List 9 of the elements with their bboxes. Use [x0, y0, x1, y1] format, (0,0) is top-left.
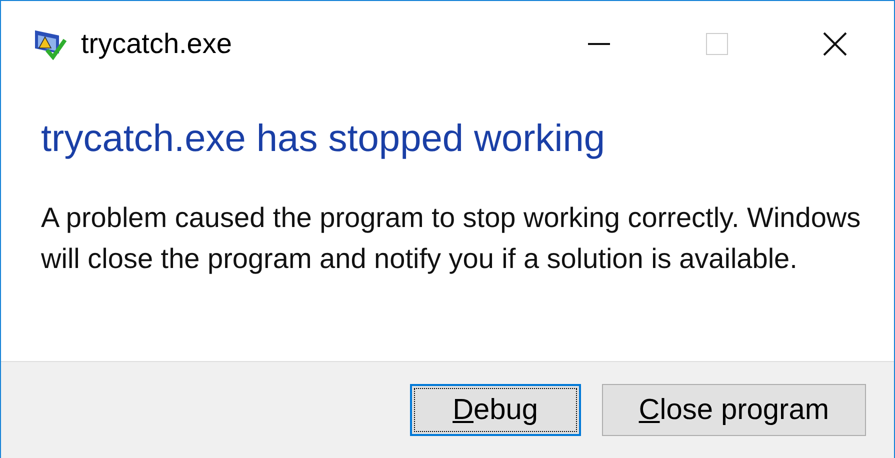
app-warning-icon	[33, 28, 67, 60]
close-program-button[interactable]: Close program	[602, 384, 866, 436]
maximize-icon	[706, 33, 728, 55]
error-message: A problem caused the program to stop working correctly. Windows will close the program and notify you if a solution is available.	[41, 201, 862, 276]
close-icon	[823, 32, 847, 56]
error-heading: trycatch.exe has stopped working	[41, 117, 606, 162]
debug-button[interactable]: Debug	[410, 384, 581, 436]
window-title: trycatch.exe	[81, 28, 233, 60]
minimize-icon	[588, 43, 610, 45]
